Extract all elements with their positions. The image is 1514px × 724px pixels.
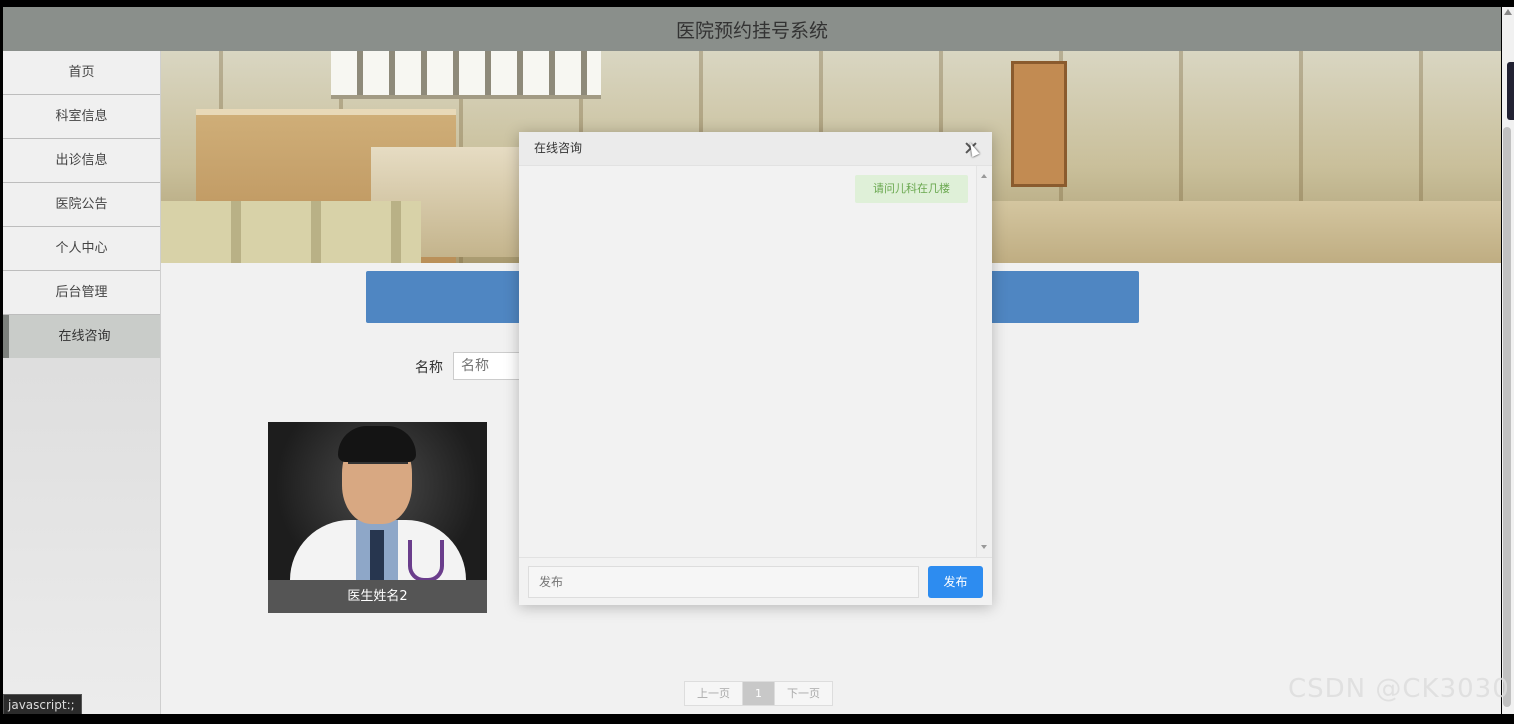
sidebar-nav: 首页 科室信息 出诊信息 医院公告 个人中心 后台管理 在线咨询	[3, 51, 161, 714]
online-consult-dialog: 在线咨询 请问儿科在几楼 发布	[519, 132, 992, 605]
next-page-button[interactable]: 下一页	[775, 682, 832, 705]
sidebar-item-online-consult[interactable]: 在线咨询	[3, 315, 160, 358]
prev-page-button[interactable]: 上一页	[685, 682, 743, 705]
doctor-card[interactable]: 医生姓名2	[268, 422, 487, 613]
send-button[interactable]: 发布	[928, 566, 983, 598]
scroll-down-icon[interactable]	[981, 545, 987, 549]
search-label: 名称	[415, 360, 443, 376]
dialog-title: 在线咨询	[534, 141, 583, 155]
pagination: 上一页 1 下一页	[684, 681, 833, 706]
scroll-up-icon[interactable]	[1504, 9, 1512, 15]
doctor-photo[interactable]	[268, 422, 487, 580]
status-bar-url: javascript:;	[3, 694, 82, 714]
sidebar-item-admin[interactable]: 后台管理	[3, 271, 160, 315]
doctor-name[interactable]: 医生姓名2	[268, 580, 487, 613]
page-number-current[interactable]: 1	[743, 682, 775, 705]
watermark: CSDN @CK3030	[1288, 674, 1510, 704]
chat-input-bar: 发布	[519, 557, 992, 606]
side-edge-tab	[1507, 62, 1514, 120]
chat-message-list[interactable]: 请问儿科在几楼	[519, 166, 992, 557]
dialog-header: 在线咨询	[519, 132, 992, 166]
site-header: 医院预约挂号系统	[3, 7, 1501, 51]
site-title: 医院预约挂号系统	[675, 19, 828, 42]
sidebar-item-home[interactable]: 首页	[3, 51, 160, 95]
sidebar-item-profile[interactable]: 个人中心	[3, 227, 160, 271]
chat-scrollbar[interactable]	[976, 166, 992, 557]
chat-message-bubble: 请问儿科在几楼	[855, 175, 968, 203]
sidebar-item-announcements[interactable]: 医院公告	[3, 183, 160, 227]
sidebar-item-schedules[interactable]: 出诊信息	[3, 139, 160, 183]
sidebar-item-departments[interactable]: 科室信息	[3, 95, 160, 139]
browser-viewport: 医院预约挂号系统 首页 科室信息 出诊信息 医院公告 个人中心 后台管理 在线咨…	[3, 7, 1501, 714]
scroll-up-icon[interactable]	[981, 174, 987, 178]
scrollbar-thumb[interactable]	[1503, 127, 1511, 707]
chat-message-input[interactable]	[528, 566, 919, 598]
